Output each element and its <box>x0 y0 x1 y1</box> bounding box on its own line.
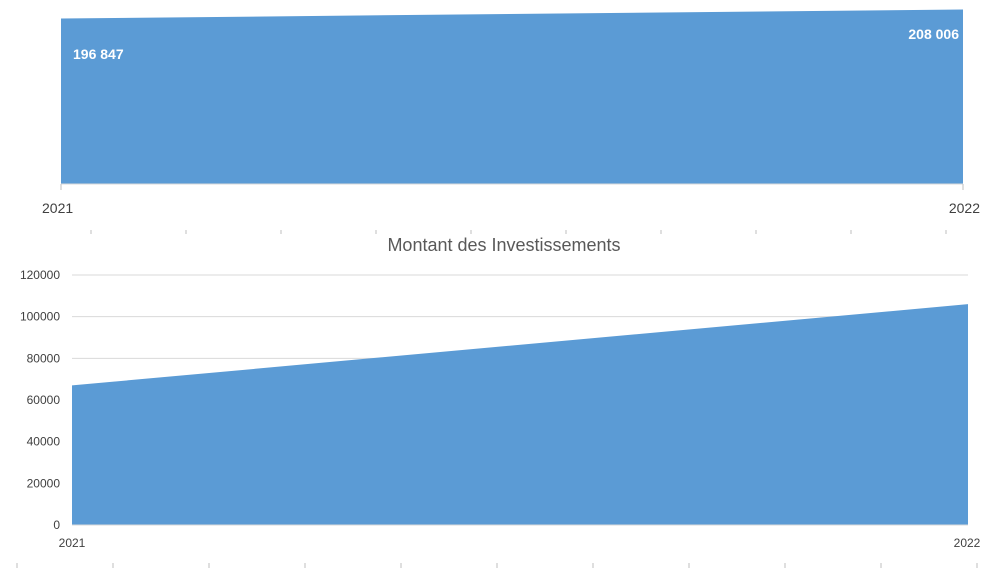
top-x-tick-label-2021: 2021 <box>42 200 73 216</box>
bottom-y-tick-labels: 0 20000 40000 60000 80000 100000 120000 <box>20 268 60 532</box>
bottom-y-tick-label: 40000 <box>27 435 61 449</box>
top-x-minor-ticks <box>90 230 947 234</box>
bottom-y-tick-label: 0 <box>53 518 60 532</box>
top-x-tick-marks <box>60 184 964 190</box>
bottom-y-tick-label: 80000 <box>27 351 61 365</box>
bottom-chart: Montant des Investissements 0 20000 40000 6… <box>16 235 981 568</box>
charts-canvas: 2021 2022 196 847 208 006 Montant des In… <box>16 9 981 568</box>
bottom-y-tick-label: 20000 <box>27 476 61 490</box>
bottom-area-series <box>72 304 968 525</box>
bottom-x-tick-label-2021: 2021 <box>59 536 86 550</box>
top-data-label-2022: 208 006 <box>908 26 959 42</box>
bottom-x-tick-label-2022: 2022 <box>954 536 981 550</box>
top-data-label-2021: 196 847 <box>73 46 124 62</box>
bottom-chart-title: Montant des Investissements <box>387 235 620 255</box>
top-x-tick-label-2022: 2022 <box>949 200 980 216</box>
bottom-y-tick-label: 60000 <box>27 393 61 407</box>
top-chart: 2021 2022 196 847 208 006 <box>42 9 980 234</box>
bottom-y-tick-label: 120000 <box>20 268 60 282</box>
bottom-y-tick-label: 100000 <box>20 310 60 324</box>
bottom-x-minor-ticks <box>16 563 978 568</box>
top-area-series <box>61 9 963 184</box>
